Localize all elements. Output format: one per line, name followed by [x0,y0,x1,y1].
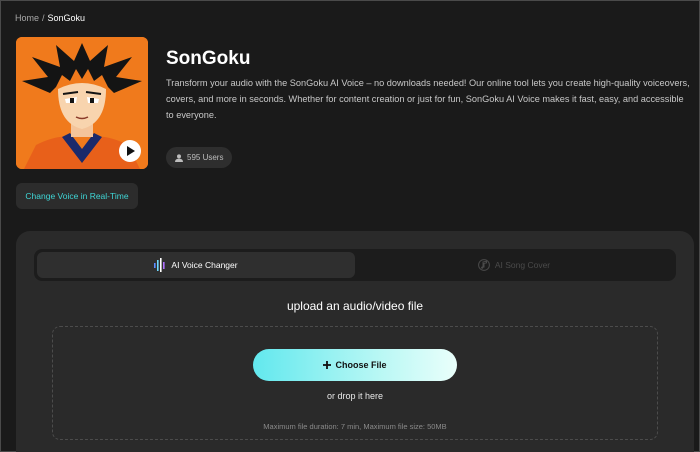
choose-file-button[interactable]: Choose File [253,349,457,381]
upload-title: upload an audio/video file [286,299,424,313]
tab-ai-song-cover[interactable]: AI Song Cover [355,252,673,278]
tab-ai-song-cover-label: AI Song Cover [494,260,551,270]
choose-file-label: Choose File [335,360,387,370]
voice-description: Transform your audio with the SonGoku AI… [166,78,690,120]
voice-cover-image [16,37,148,169]
users-count: 595 Users [187,153,224,162]
file-limits: Maximum file duration: 7 min, Maximum fi… [263,422,447,431]
tab-ai-voice-changer-label: AI Voice Changer [171,260,238,270]
breadcrumb: Home / SonGoku [15,13,85,23]
plus-icon [323,361,332,369]
tab-ai-voice-changer[interactable]: AI Voice Changer [37,252,355,278]
users-count-badge: 595 Users [166,147,233,168]
voice-wave-icon [154,258,166,272]
user-icon [175,153,183,162]
file-dropzone[interactable]: Choose File or drop it here Maximum file… [52,326,658,440]
change-voice-realtime-button[interactable]: Change Voice in Real-Time [16,183,138,209]
music-note-icon [477,259,490,271]
voice-title: SonGoku [166,48,251,69]
play-icon [126,146,135,156]
breadcrumb-separator: / [42,13,45,23]
mode-tabs: AI Voice Changer AI Song Cover [34,249,676,281]
converter-panel: AI Voice Changer AI Song Cover upload an… [16,231,694,452]
drop-hint: or drop it here [326,391,384,401]
play-preview-button[interactable] [119,140,141,162]
breadcrumb-current: SonGoku [47,13,86,23]
breadcrumb-home-link[interactable]: Home [15,13,39,23]
